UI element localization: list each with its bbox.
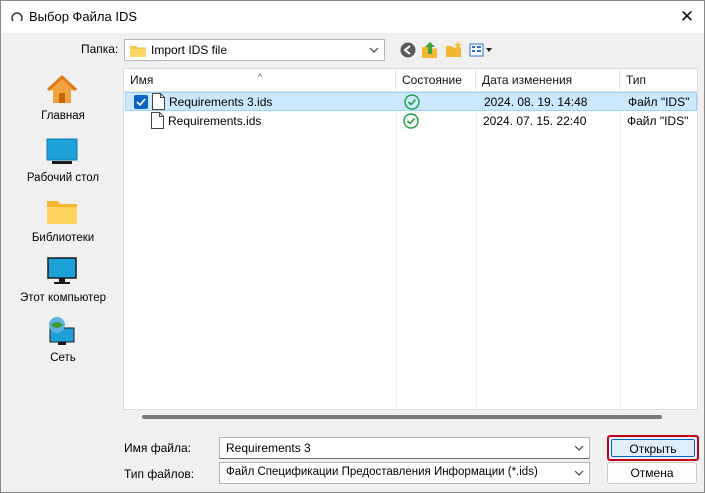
- back-icon: [400, 42, 416, 58]
- filetype-dropdown[interactable]: Файл Спецификации Предоставления Информа…: [219, 462, 590, 484]
- chevron-down-icon: [369, 47, 379, 53]
- cancel-button[interactable]: Отмена: [607, 462, 697, 484]
- status-ok-icon: [404, 94, 420, 110]
- horizontal-scrollbar[interactable]: [142, 415, 662, 419]
- place-computer-label: Этот компьютер: [20, 292, 106, 304]
- chevron-down-icon[interactable]: [573, 442, 585, 454]
- network-icon: [49, 317, 75, 345]
- file-name: Requirements 3.ids: [169, 95, 273, 109]
- lookin-label: Папка:: [81, 42, 119, 56]
- column-name[interactable]: Имя ^: [124, 69, 396, 92]
- place-desktop[interactable]: Рабочий стол: [9, 136, 117, 194]
- place-network-label: Сеть: [50, 352, 76, 364]
- file-list-header: Имя ^ Состояние Дата изменения Тип: [124, 69, 697, 92]
- lookin-value: Import IDS file: [151, 43, 228, 57]
- libraries-folder-icon: [47, 201, 77, 224]
- row-checkbox[interactable]: [134, 95, 148, 109]
- close-icon: ✕: [679, 7, 695, 26]
- place-libraries[interactable]: Библиотеки: [9, 196, 117, 254]
- column-status-label: Состояние: [402, 73, 462, 87]
- column-name-label: Имя: [130, 73, 154, 87]
- file-name: Requirements.ids: [168, 114, 262, 128]
- file-type: Файл "IDS": [628, 95, 690, 109]
- filename-value: Requirements 3: [226, 441, 311, 455]
- place-libraries-label: Библиотеки: [31, 232, 95, 244]
- file-open-dialog: Выбор Файла IDS ✕ Папка: Import IDS file: [0, 0, 705, 493]
- file-row[interactable]: Requirements.ids 2024. 07. 15. 22:40 Фай…: [125, 112, 697, 131]
- open-button-label: Открыть: [611, 439, 695, 457]
- new-folder-button[interactable]: [444, 40, 464, 60]
- view-menu-icon: [469, 43, 492, 57]
- window-title: Выбор Файла IDS: [29, 9, 138, 24]
- filetype-value: Файл Спецификации Предоставления Информа…: [226, 466, 538, 478]
- file-icon: [151, 112, 164, 129]
- view-menu-button[interactable]: [469, 40, 495, 60]
- open-button[interactable]: Открыть: [607, 435, 699, 461]
- place-desktop-label: Рабочий стол: [26, 172, 100, 184]
- place-home-label: Главная: [41, 110, 85, 122]
- column-type[interactable]: Тип: [620, 69, 697, 92]
- up-folder-icon: [422, 42, 437, 58]
- close-button[interactable]: ✕: [670, 1, 704, 33]
- places-bar: Главная Рабочий стол Библиотеки Этот ком…: [9, 68, 117, 416]
- file-row-selected[interactable]: Requirements 3.ids 2024. 08. 19. 14:48 Ф…: [125, 92, 697, 111]
- chevron-down-icon: [574, 470, 584, 476]
- place-network[interactable]: Сеть: [9, 316, 117, 374]
- place-home[interactable]: Главная: [9, 74, 117, 132]
- filename-label: Имя файла:: [124, 441, 191, 455]
- column-date-label: Дата изменения: [482, 73, 573, 87]
- column-type-label: Тип: [626, 73, 647, 87]
- new-folder-icon: [446, 41, 462, 57]
- file-list[interactable]: Имя ^ Состояние Дата изменения Тип Requi…: [123, 68, 698, 419]
- status-ok-icon: [403, 113, 419, 129]
- column-divider: [396, 92, 397, 410]
- column-divider: [620, 92, 621, 410]
- checkmark-icon: [136, 98, 146, 107]
- column-date[interactable]: Дата изменения: [476, 69, 620, 92]
- file-type: Файл "IDS": [627, 114, 689, 128]
- place-computer[interactable]: Этот компьютер: [9, 256, 117, 314]
- file-icon: [152, 93, 165, 110]
- title-bar[interactable]: Выбор Файла IDS ✕: [1, 1, 704, 33]
- loading-icon: [11, 12, 23, 22]
- lookin-dropdown[interactable]: Import IDS file: [124, 39, 385, 61]
- filetype-label: Тип файлов:: [124, 467, 195, 481]
- computer-icon: [47, 257, 77, 284]
- desktop-icon: [46, 138, 78, 164]
- file-date: 2024. 08. 19. 14:48: [484, 95, 588, 109]
- file-date: 2024. 07. 15. 22:40: [483, 114, 587, 128]
- filename-input[interactable]: Requirements 3: [219, 437, 590, 459]
- back-button[interactable]: [398, 40, 418, 60]
- folder-icon: [130, 46, 146, 57]
- sort-ascending-icon: ^: [258, 72, 263, 82]
- up-folder-button[interactable]: [420, 40, 440, 60]
- column-divider: [476, 92, 477, 410]
- home-icon: [46, 74, 78, 103]
- column-status[interactable]: Состояние: [396, 69, 476, 92]
